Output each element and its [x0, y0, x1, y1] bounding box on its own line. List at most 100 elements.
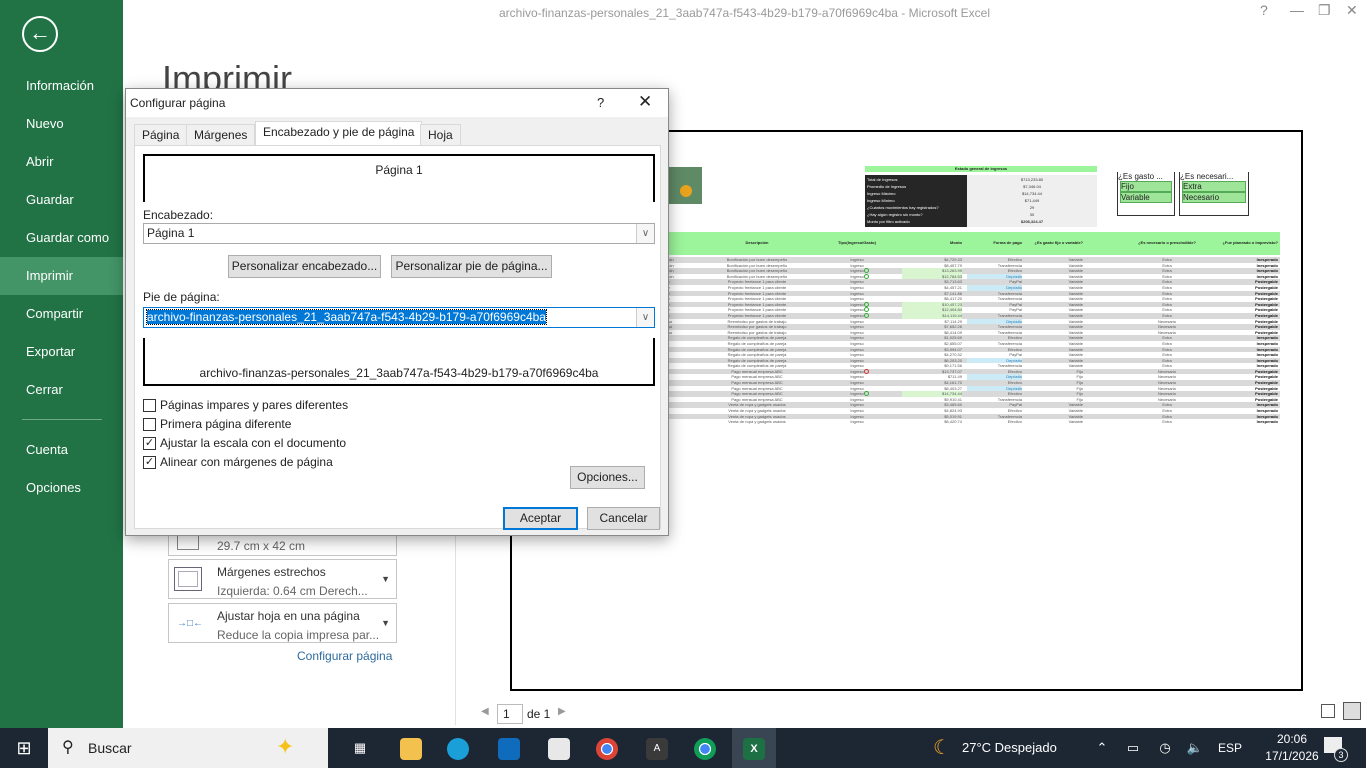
table-cell: Venta de ropa y gadgets usados: [728, 419, 786, 425]
up-arrow-icon: [864, 312, 869, 318]
filter-item[interactable]: Fijo: [1120, 181, 1172, 192]
up-arrow-icon: [864, 301, 869, 307]
language-indicator[interactable]: ESP: [1218, 728, 1242, 768]
show-margins-icon[interactable]: [1321, 704, 1335, 718]
ok-button[interactable]: Aceptar: [503, 507, 578, 530]
table-cell: $8,420.74: [944, 419, 962, 425]
chevron-up-icon[interactable]: ⌃: [1094, 728, 1110, 768]
nav-exportar[interactable]: Exportar: [0, 333, 123, 371]
windows-start-icon[interactable]: ⊞: [12, 728, 36, 768]
column-header: Tipo(Ingreso/Gasto): [838, 240, 876, 245]
volume-icon[interactable]: 🔈: [1186, 728, 1204, 768]
margins-title: Márgenes estrechos: [217, 565, 326, 579]
table-cell: Ingreso: [850, 419, 864, 425]
scale-with-doc-checkbox[interactable]: ✓ Ajustar la escala con el documento: [143, 436, 346, 452]
first-page-checkbox[interactable]: Primera página diferente: [143, 417, 291, 433]
file-explorer-icon[interactable]: [400, 738, 422, 760]
battery-icon[interactable]: ▭: [1124, 728, 1142, 768]
checkbox-label: Alinear con márgenes de página: [160, 455, 333, 469]
minimize-button[interactable]: —: [1290, 2, 1304, 18]
next-page-icon[interactable]: ▶: [558, 706, 566, 717]
prev-page-icon[interactable]: ◀: [481, 706, 489, 717]
summary-table: Total de Ingresos $713,233.80 Promedio de …: [865, 175, 1097, 227]
cancel-button[interactable]: Cancelar: [587, 507, 660, 530]
date: 17/1/2026: [1265, 749, 1319, 763]
excel-taskbar-button[interactable]: X: [732, 728, 776, 768]
nav-guardar[interactable]: Guardar: [0, 181, 123, 219]
column-header: ¿Es necesario o prescindible?: [1138, 240, 1196, 245]
nav-abrir[interactable]: Abrir: [0, 143, 123, 181]
edge-icon[interactable]: [447, 738, 469, 760]
options-button[interactable]: Opciones...: [570, 466, 645, 489]
column-header: Forma de pago: [993, 240, 1022, 245]
excel-icon: X: [743, 738, 765, 760]
filter-item[interactable]: Necesario: [1182, 192, 1246, 203]
summary-label: Ingreso Máximo: [867, 191, 896, 196]
tab-pagina[interactable]: Página: [134, 124, 188, 145]
filter-list-gasto[interactable]: ¿Es gasto ... Fijo Variable: [1117, 172, 1175, 216]
chrome-icon[interactable]: [694, 738, 716, 760]
search-placeholder: Buscar: [88, 740, 132, 756]
wifi-icon[interactable]: ◷: [1156, 728, 1174, 768]
margins-dropdown[interactable]: Márgenes estrechos Izquierda: 0.64 cm De…: [168, 559, 397, 599]
fit-page-icon: →□←: [176, 618, 204, 629]
nav-compartir[interactable]: Compartir: [0, 295, 123, 333]
footer-preview: archivo-finanzas-personales_21_3aab747a-…: [143, 338, 655, 386]
align-margins-checkbox[interactable]: ✓ Alinear con márgenes de página: [143, 455, 333, 471]
sparkle-icon: ✦: [276, 734, 295, 759]
help-icon[interactable]: ?: [1260, 2, 1268, 18]
margins-detail: Izquierda: 0.64 cm Derech...: [217, 584, 368, 598]
search-icon: ⚲: [62, 739, 74, 756]
nav-guardar-como[interactable]: Guardar como: [0, 219, 123, 257]
custom-header-button[interactable]: Personalizar encabezado...: [228, 255, 381, 278]
nav-opciones[interactable]: Opciones: [0, 469, 123, 507]
filter-item[interactable]: Extra: [1182, 181, 1246, 192]
back-arrow-icon[interactable]: ←: [22, 16, 58, 52]
zoom-to-page-icon[interactable]: [1343, 702, 1361, 720]
filter-list-necesario[interactable]: ¿Es necesari... Extra Necesario: [1179, 172, 1249, 216]
nav-informacion[interactable]: Información: [0, 67, 123, 105]
store-icon[interactable]: [548, 738, 570, 760]
tab-margenes[interactable]: Márgenes: [186, 124, 256, 145]
checkmark-icon: ✓: [143, 456, 156, 470]
custom-footer-button[interactable]: Personalizar pie de página...: [391, 255, 552, 278]
nav-cuenta[interactable]: Cuenta: [0, 431, 123, 469]
close-window-button[interactable]: ✕: [1346, 2, 1358, 19]
table-body: BonificaciónBonificación por buen desemp…: [652, 257, 1280, 425]
task-view-icon[interactable]: ▦: [348, 728, 372, 768]
dialog-title-text: Configurar página: [130, 96, 226, 110]
close-icon[interactable]: ✕: [638, 92, 652, 112]
help-button[interactable]: ?: [597, 95, 604, 110]
restore-button[interactable]: ❐: [1318, 2, 1331, 19]
weather-text[interactable]: 27°C Despejado: [962, 728, 1072, 768]
checkbox-label: Primera página diferente: [160, 417, 292, 431]
summary-title: Estado general de ingresos: [865, 166, 1097, 172]
summary-value: $208,324.47: [1020, 219, 1044, 224]
footer-select[interactable]: archivo-finanzas-personales_21_3aab747a-…: [143, 307, 655, 328]
app-a-icon[interactable]: A: [646, 738, 668, 760]
nav-imprimir[interactable]: Imprimir: [0, 257, 123, 295]
tab-encabezado-pie[interactable]: Encabezado y pie de página: [255, 121, 423, 146]
outlook-icon[interactable]: [498, 738, 520, 760]
chrome-icon[interactable]: [596, 738, 618, 760]
backstage-sidebar: ← Información Nuevo Abrir Guardar Guarda…: [0, 0, 123, 728]
column-header: ¿Es gasto fijo o variable?: [1034, 240, 1083, 245]
search-box[interactable]: ⚲ Buscar ✦: [48, 728, 328, 768]
table-cell: Inesperado: [1256, 419, 1278, 425]
summary-value: $7,346.04: [1023, 184, 1041, 189]
filter-item[interactable]: Variable: [1120, 192, 1172, 203]
taskbar: ⊞ ⚲ Buscar ✦ ▦ A X ☾ 27°C Despejado ⌃ ▭ …: [0, 728, 1366, 768]
scaling-dropdown[interactable]: →□← Ajustar hoja en una página Reduce la…: [168, 603, 397, 643]
nav-cerrar[interactable]: Cerrar: [0, 371, 123, 409]
odd-even-checkbox[interactable]: Páginas impares y pares diferentes: [143, 398, 348, 414]
tab-hoja[interactable]: Hoja: [420, 124, 461, 145]
checkbox-label: Páginas impares y pares diferentes: [160, 398, 349, 412]
header-select-value: Página 1: [147, 226, 195, 240]
page-number-input[interactable]: 1: [497, 704, 523, 724]
clock[interactable]: 20:06 17/1/2026: [1256, 731, 1328, 765]
nav-nuevo[interactable]: Nuevo: [0, 105, 123, 143]
header-select[interactable]: Página 1 ∨: [143, 223, 655, 244]
page-setup-link[interactable]: Configurar página: [297, 649, 392, 663]
summary-value: 29: [1029, 205, 1035, 210]
chevron-down-icon: ▼: [381, 574, 390, 584]
